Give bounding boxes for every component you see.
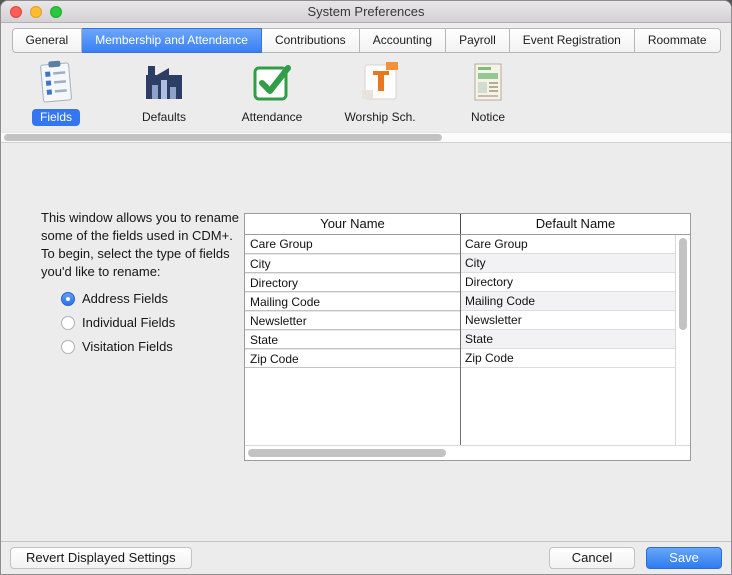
your-name-cell[interactable]: Mailing Code [245, 292, 460, 311]
tab-general[interactable]: General [12, 28, 83, 53]
close-window-button[interactable] [10, 6, 22, 18]
tab-contributions[interactable]: Contributions [262, 28, 360, 53]
table-horizontal-scrollbar-thumb[interactable] [248, 449, 446, 457]
your-name-cell[interactable]: Care Group [245, 235, 460, 254]
cancel-button[interactable]: Cancel [549, 547, 635, 569]
rename-fields-table: Your Name Default Name Care Group Care G… [244, 213, 691, 461]
tab-accounting[interactable]: Accounting [360, 28, 446, 53]
worship-schedule-icon [357, 59, 403, 105]
table-body: Care Group Care Group City City Director… [245, 235, 690, 445]
radio-visitation-fields[interactable]: Visitation Fields [61, 339, 175, 354]
toolbar-item-worship-schedule-label: Worship Sch. [336, 109, 423, 126]
window-controls [10, 6, 62, 18]
toolbar-item-notice-label: Notice [463, 109, 513, 126]
toolbar-item-defaults-label: Defaults [134, 109, 194, 126]
preference-tabbar: General Membership and Attendance Contri… [1, 23, 731, 53]
your-name-cell[interactable]: City [245, 254, 460, 273]
toolbar-item-attendance-label: Attendance [234, 109, 311, 126]
radio-button-icon[interactable] [61, 340, 75, 354]
toolbar-scrollbar-thumb[interactable] [4, 134, 442, 141]
table-rows: Care Group Care Group City City Director… [245, 235, 675, 445]
toolbar-item-attendance[interactable]: Attendance [231, 59, 313, 126]
default-name-cell: Directory [460, 273, 675, 292]
fields-pane: This window allows you to rename some of… [1, 143, 731, 541]
default-name-cell: Zip Code [460, 349, 675, 368]
footer-bar: Revert Displayed Settings Cancel Save [1, 541, 731, 574]
column-divider [460, 235, 461, 445]
table-header-row: Your Name Default Name [245, 214, 690, 235]
section-toolbar: Fields Defaults Attendance [1, 53, 731, 132]
pane-description: This window allows you to rename some of… [41, 209, 241, 281]
radio-visitation-fields-label: Visitation Fields [82, 339, 173, 354]
tab-event-registration[interactable]: Event Registration [510, 28, 635, 53]
toolbar-item-fields-label: Fields [32, 109, 80, 126]
toolbar-item-fields[interactable]: Fields [15, 59, 97, 126]
radio-individual-fields-label: Individual Fields [82, 315, 175, 330]
notice-icon [465, 59, 511, 105]
default-name-cell: Mailing Code [460, 292, 675, 311]
field-type-radio-group: Address Fields Individual Fields Visitat… [61, 291, 175, 354]
column-header-default-name: Default Name [461, 214, 690, 234]
attendance-icon [249, 59, 295, 105]
minimize-window-button[interactable] [30, 6, 42, 18]
radio-individual-fields[interactable]: Individual Fields [61, 315, 175, 330]
save-button[interactable]: Save [646, 547, 722, 569]
tab-group: General Membership and Attendance Contri… [12, 28, 721, 53]
tab-membership-and-attendance[interactable]: Membership and Attendance [82, 28, 262, 53]
zoom-window-button[interactable] [50, 6, 62, 18]
toolbar-item-defaults[interactable]: Defaults [123, 59, 205, 126]
table-vertical-scrollbar-thumb[interactable] [679, 238, 687, 330]
toolbar-scrollbar[interactable] [1, 132, 731, 143]
tab-payroll[interactable]: Payroll [446, 28, 510, 53]
default-name-cell: Care Group [460, 235, 675, 254]
radio-address-fields-label: Address Fields [82, 291, 168, 306]
default-name-cell: State [460, 330, 675, 349]
tab-roommate[interactable]: Roommate [635, 28, 721, 53]
table-vertical-scrollbar[interactable] [675, 235, 690, 445]
your-name-cell[interactable]: Zip Code [245, 349, 460, 368]
toolbar-item-worship-schedule[interactable]: Worship Sch. [339, 59, 421, 126]
radio-address-fields[interactable]: Address Fields [61, 291, 175, 306]
your-name-cell[interactable]: State [245, 330, 460, 349]
column-header-your-name: Your Name [245, 214, 461, 234]
defaults-icon [141, 59, 187, 105]
default-name-cell: City [460, 254, 675, 273]
system-preferences-window: System Preferences General Membership an… [0, 0, 732, 575]
table-horizontal-scrollbar[interactable] [245, 445, 690, 460]
default-name-cell: Newsletter [460, 311, 675, 330]
your-name-cell[interactable]: Directory [245, 273, 460, 292]
toolbar-item-notice[interactable]: Notice [447, 59, 529, 126]
titlebar: System Preferences [1, 1, 731, 23]
fields-icon [33, 59, 79, 105]
radio-button-icon[interactable] [61, 316, 75, 330]
window-title: System Preferences [307, 4, 424, 19]
your-name-cell[interactable]: Newsletter [245, 311, 460, 330]
radio-button-icon[interactable] [61, 292, 75, 306]
revert-displayed-settings-button[interactable]: Revert Displayed Settings [10, 547, 192, 569]
